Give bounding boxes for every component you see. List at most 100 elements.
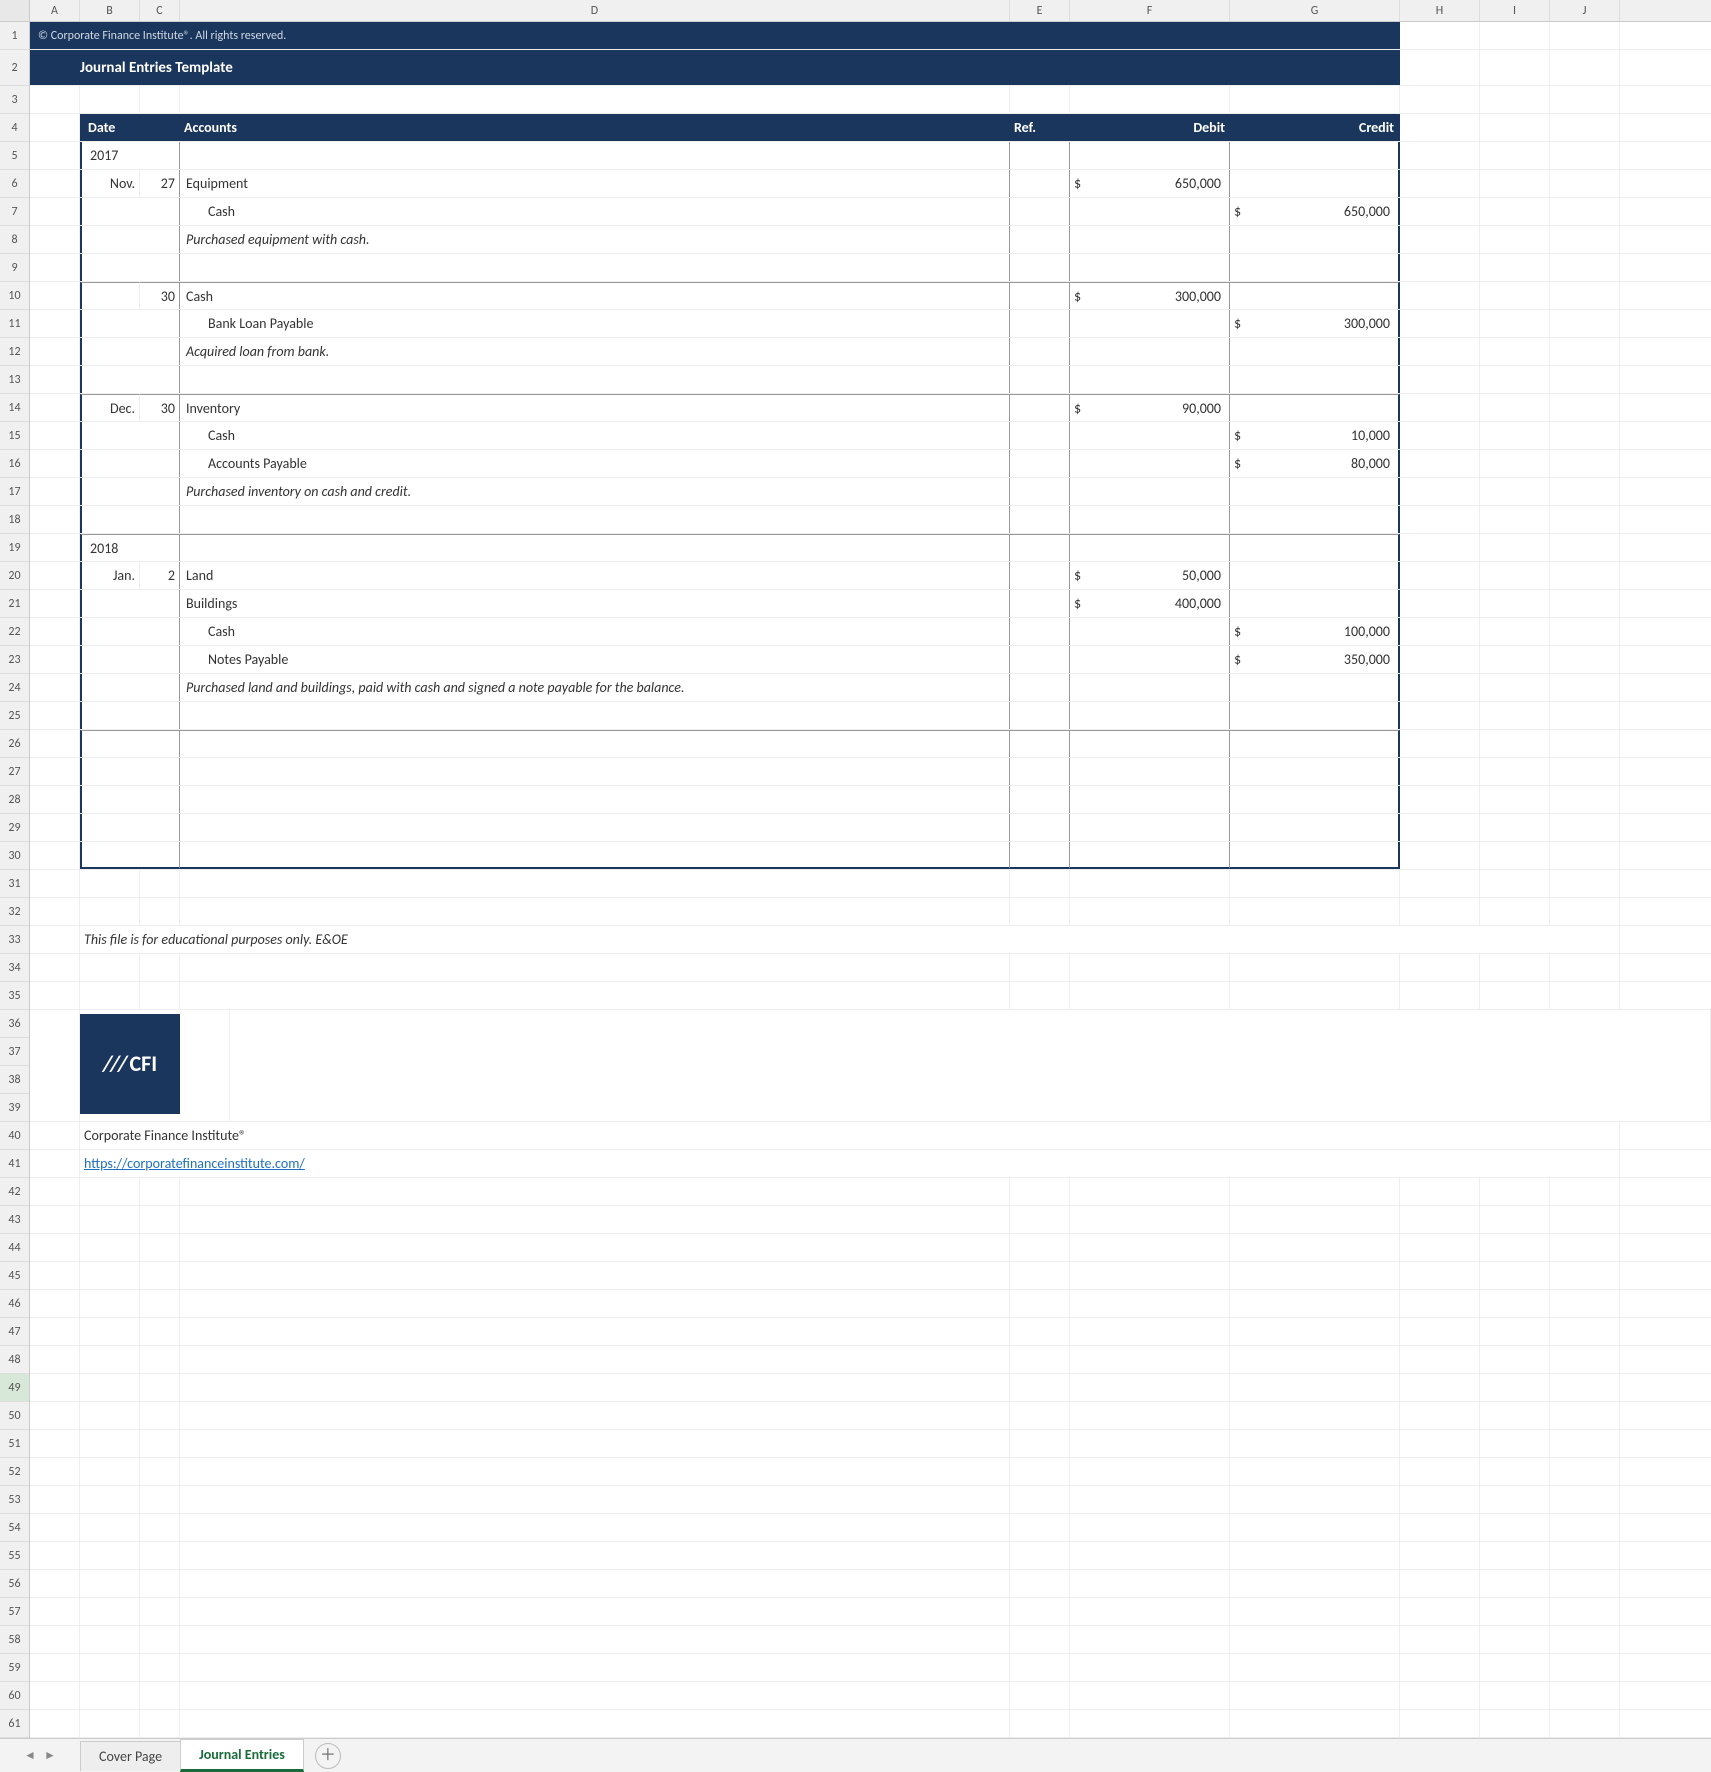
cell[interactable] — [80, 982, 140, 1009]
row-header[interactable]: 27 — [0, 758, 29, 786]
cell[interactable] — [180, 1402, 1010, 1429]
cell[interactable] — [1070, 646, 1230, 673]
cell[interactable] — [1550, 1318, 1620, 1345]
cell[interactable] — [1400, 1514, 1480, 1541]
cell[interactable] — [1010, 1486, 1070, 1513]
cell[interactable] — [30, 170, 80, 197]
cell[interactable] — [1480, 1374, 1550, 1401]
cell[interactable] — [1010, 198, 1070, 225]
cell[interactable] — [1070, 786, 1230, 813]
cell[interactable] — [180, 982, 1010, 1009]
cell[interactable] — [1550, 254, 1620, 281]
cell[interactable] — [1230, 534, 1400, 561]
cell[interactable] — [30, 254, 80, 281]
cell[interactable] — [1010, 1458, 1070, 1485]
cell[interactable] — [1070, 1486, 1230, 1513]
cell[interactable] — [1400, 1262, 1480, 1289]
cell[interactable] — [80, 1178, 140, 1205]
cell[interactable] — [80, 898, 140, 925]
cell[interactable] — [1230, 1430, 1400, 1457]
cell[interactable] — [140, 1346, 180, 1373]
cell[interactable] — [1230, 982, 1400, 1009]
cell[interactable] — [140, 1626, 180, 1653]
cell[interactable] — [140, 1402, 180, 1429]
cell[interactable] — [1400, 366, 1480, 393]
cell[interactable] — [1550, 618, 1620, 645]
row-header[interactable]: 14 — [0, 394, 29, 422]
cell[interactable] — [1480, 702, 1550, 729]
cell[interactable] — [30, 506, 80, 533]
cell[interactable] — [30, 1486, 80, 1513]
cell[interactable] — [80, 870, 140, 897]
cell[interactable] — [80, 674, 180, 701]
cell[interactable] — [1480, 22, 1550, 49]
cell[interactable] — [30, 310, 80, 337]
cell[interactable] — [1010, 1374, 1070, 1401]
cell[interactable] — [1070, 142, 1230, 169]
cell[interactable] — [1070, 1290, 1230, 1317]
cell[interactable] — [1070, 702, 1230, 729]
cell[interactable] — [80, 1430, 140, 1457]
cell[interactable] — [1550, 366, 1620, 393]
cell[interactable] — [1230, 1318, 1400, 1345]
row-header[interactable]: 32 — [0, 898, 29, 926]
col-header-B[interactable]: B — [80, 0, 140, 21]
cell[interactable] — [1480, 534, 1550, 561]
cell[interactable] — [1010, 366, 1070, 393]
cell[interactable] — [1230, 1346, 1400, 1373]
cell[interactable] — [1550, 1486, 1620, 1513]
cell[interactable] — [1230, 1626, 1400, 1653]
cell[interactable] — [1550, 86, 1620, 113]
cell[interactable] — [80, 226, 180, 253]
cell[interactable] — [1550, 1682, 1620, 1709]
cell[interactable] — [180, 1514, 1010, 1541]
cell[interactable] — [80, 590, 180, 617]
cell[interactable] — [1480, 254, 1550, 281]
cell[interactable] — [180, 1346, 1010, 1373]
cell[interactable] — [180, 534, 1010, 561]
cell[interactable] — [180, 1570, 1010, 1597]
cell[interactable] — [30, 1570, 80, 1597]
cell[interactable] — [1480, 982, 1550, 1009]
cell[interactable] — [1230, 1206, 1400, 1233]
cell[interactable] — [1230, 506, 1400, 533]
cell[interactable] — [1550, 1626, 1620, 1653]
row-header[interactable]: 29 — [0, 814, 29, 842]
cell[interactable] — [1480, 1430, 1550, 1457]
cell[interactable] — [30, 758, 80, 785]
cell[interactable] — [1400, 1570, 1480, 1597]
row-header[interactable]: 24 — [0, 674, 29, 702]
cell[interactable] — [1010, 506, 1070, 533]
row-header[interactable]: 41 — [0, 1150, 29, 1178]
cell[interactable] — [1550, 1654, 1620, 1681]
cell[interactable] — [1070, 534, 1230, 561]
cell[interactable] — [30, 1290, 80, 1317]
cell[interactable] — [180, 730, 1010, 757]
cell[interactable] — [1480, 310, 1550, 337]
cell[interactable] — [30, 926, 80, 953]
cell[interactable] — [1010, 422, 1070, 449]
cell[interactable] — [30, 1318, 80, 1345]
row-header[interactable]: 37 — [0, 1038, 29, 1066]
cell[interactable] — [1550, 310, 1620, 337]
cell[interactable] — [80, 842, 180, 869]
cell[interactable] — [30, 1402, 80, 1429]
cell[interactable] — [1230, 1514, 1400, 1541]
cell[interactable] — [180, 86, 1010, 113]
cell[interactable] — [1230, 86, 1400, 113]
cell[interactable] — [1400, 1206, 1480, 1233]
row-header[interactable]: 38 — [0, 1066, 29, 1094]
cell[interactable] — [1550, 534, 1620, 561]
cell[interactable] — [30, 1514, 80, 1541]
cell[interactable] — [180, 702, 1010, 729]
cell[interactable] — [1550, 562, 1620, 589]
cell[interactable] — [30, 1262, 80, 1289]
row-header[interactable]: 52 — [0, 1458, 29, 1486]
cell[interactable] — [1400, 1682, 1480, 1709]
cell[interactable] — [30, 534, 80, 561]
cell[interactable] — [80, 422, 180, 449]
cell[interactable] — [1070, 842, 1230, 869]
cell[interactable] — [140, 1234, 180, 1261]
cell[interactable] — [1400, 758, 1480, 785]
cell[interactable] — [1400, 142, 1480, 169]
